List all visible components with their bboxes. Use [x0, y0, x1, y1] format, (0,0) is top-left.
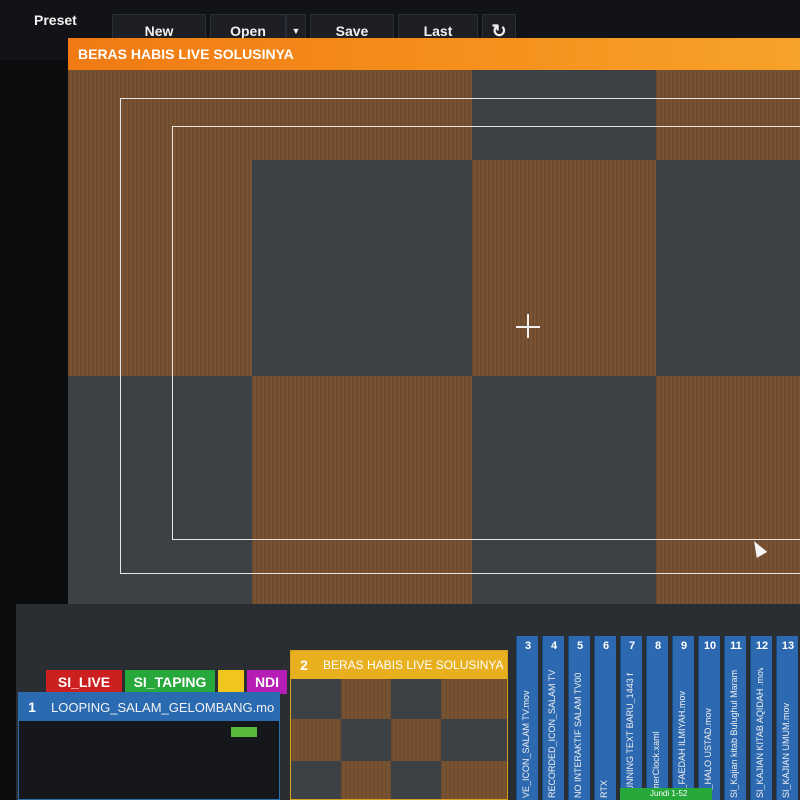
input-label: SI_KAJIAN KITAB AQIDAH .mov	[755, 668, 765, 798]
status-bar: Jundi 1-52	[620, 788, 712, 800]
input-label: RUNNING TEXT BARU_1443 f	[625, 673, 635, 798]
checker-cell	[341, 761, 391, 799]
checker-cell	[441, 679, 507, 719]
crosshair-vertical	[527, 314, 529, 338]
input-4-strip[interactable]: 4 RECORDED_ICON_SALAM TV	[542, 636, 564, 800]
audio-badge[interactable]	[231, 727, 257, 737]
input-number: 8	[654, 640, 662, 652]
input-number: 3	[524, 640, 532, 652]
checker-cell	[341, 679, 391, 719]
checker-cell	[441, 719, 507, 761]
input-label: SI_HALO USTAD.mov	[703, 708, 713, 798]
input-2-title: BERAS HABIS LIVE SOLUSINYA	[323, 658, 504, 672]
input-5-strip[interactable]: 5 NO INTERAKTIF SALAM TV00	[568, 636, 590, 800]
input-6-strip[interactable]: 6 RTX	[594, 636, 616, 800]
checker-cell	[291, 679, 341, 719]
input-label: TimerClock.xaml	[651, 731, 661, 798]
input-1-number: 1	[28, 699, 36, 715]
input-3-strip[interactable]: 3 VE_ICON_SALAM TV.mov	[516, 636, 538, 800]
input-label: RECORDED_ICON_SALAM TV	[547, 669, 557, 798]
input-2-thumbnail	[291, 679, 507, 799]
input-number: 4	[550, 640, 558, 652]
preview-title: BERAS HABIS LIVE SOLUSINYA	[68, 38, 800, 70]
input-number: 7	[628, 640, 636, 652]
chevron-down-icon: ▼	[291, 26, 301, 36]
tab-si-live[interactable]: SI_LIVE	[46, 670, 122, 694]
tab-ndi[interactable]: NDI	[247, 670, 287, 694]
input-1-card[interactable]: 1 LOOPING_SALAM_GELOMBANG.mo	[18, 692, 280, 800]
title-safe-inner-frame	[172, 126, 800, 540]
input-11-strip[interactable]: 11 SI_Kajian kitab Bulughul Maram	[724, 636, 746, 800]
tab-yellow[interactable]	[218, 670, 244, 694]
input-label: SI_Kajian kitab Bulughul Maram	[729, 669, 739, 798]
checker-cell	[341, 719, 391, 761]
checker-cell	[291, 719, 341, 761]
input-label: RTX	[599, 780, 609, 798]
input-10-strip[interactable]: 10 SI_HALO USTAD.mov	[698, 636, 720, 800]
checker-cell	[441, 761, 507, 799]
input-label: SI_KAJIAN UMUM.mov	[781, 702, 791, 798]
input-13-strip[interactable]: 13 SI_KAJIAN UMUM.mov	[776, 636, 798, 800]
input-label: VE_ICON_SALAM TV.mov	[521, 690, 531, 798]
checker-cell	[291, 761, 341, 799]
input-number: 12	[755, 640, 769, 652]
screen-bezel	[0, 604, 16, 800]
input-label: NO INTERAKTIF SALAM TV00	[573, 672, 583, 798]
input-number: 9	[680, 640, 688, 652]
input-9-strip[interactable]: 9 SI_FAEDAH ILMIYAH.mov	[672, 636, 694, 800]
input-8-strip[interactable]: 8 TimerClock.xaml	[646, 636, 668, 800]
input-2-header: 2 BERAS HABIS LIVE SOLUSINYA	[291, 651, 507, 679]
input-1-header: 1 LOOPING_SALAM_GELOMBANG.mo	[19, 693, 279, 721]
tab-si-taping[interactable]: SI_TAPING	[125, 670, 215, 694]
input-list: 3 VE_ICON_SALAM TV.mov 4 RECORDED_ICON_S…	[516, 596, 800, 800]
input-number: 13	[781, 640, 795, 652]
input-1-title: LOOPING_SALAM_GELOMBANG.mo	[51, 699, 275, 715]
input-label: SI_FAEDAH ILMIYAH.mov	[677, 691, 687, 798]
preset-label: Preset	[34, 12, 77, 28]
checker-cell	[391, 679, 441, 719]
input-number: 6	[602, 640, 610, 652]
input-number: 10	[703, 640, 717, 652]
checker-cell	[391, 719, 441, 761]
input-2-card[interactable]: 2 BERAS HABIS LIVE SOLUSINYA	[290, 650, 508, 800]
input-7-strip[interactable]: 7 RUNNING TEXT BARU_1443 f	[620, 636, 642, 800]
input-2-number: 2	[300, 657, 308, 673]
checker-cell	[391, 761, 441, 799]
input-number: 5	[576, 640, 584, 652]
input-12-strip[interactable]: 12 SI_KAJIAN KITAB AQIDAH .mov	[750, 636, 772, 800]
output-preview[interactable]: BERAS HABIS LIVE SOLUSINYA	[68, 38, 800, 604]
input-number: 11	[730, 640, 742, 652]
